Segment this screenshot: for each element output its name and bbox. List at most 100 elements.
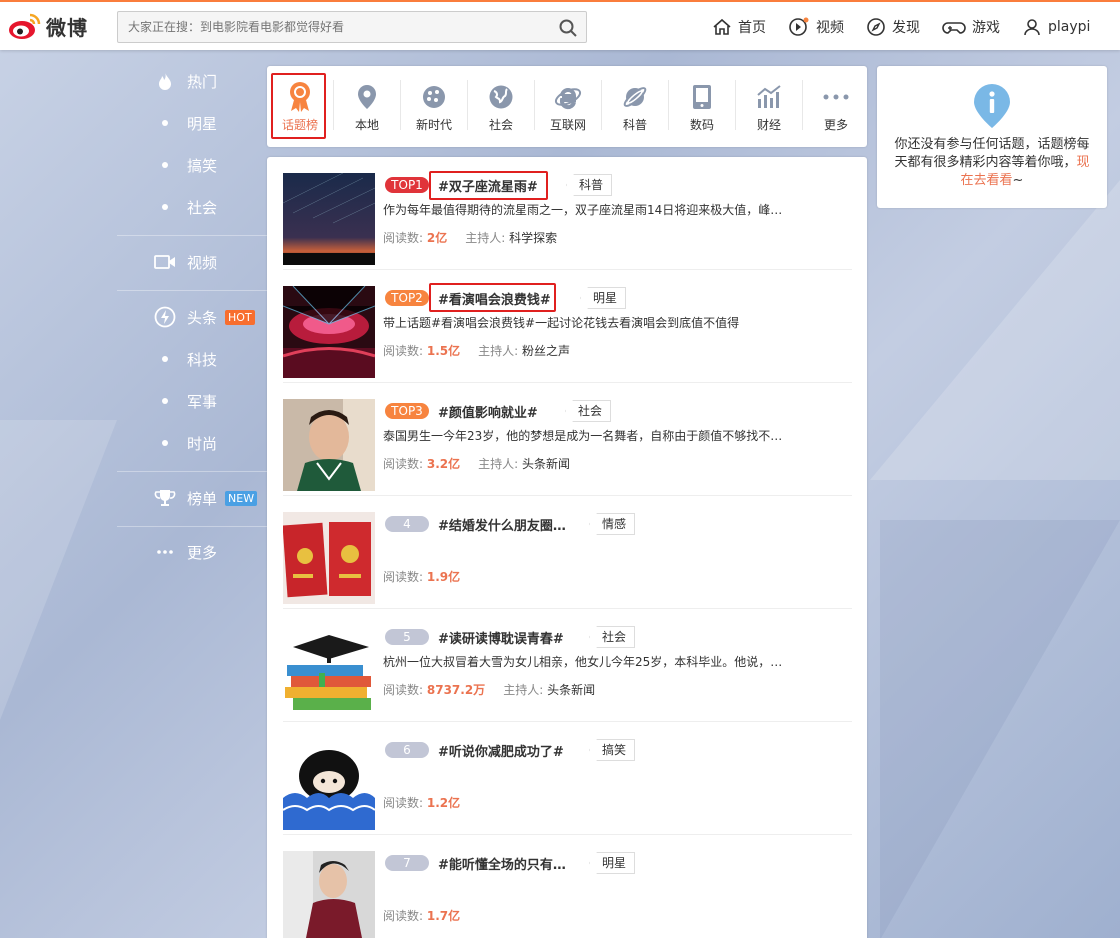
menu-divider	[117, 290, 267, 291]
info-text: 你还没有参与任何话题，话题榜每天都有很多精彩内容等着你哦，现在去看看~	[889, 136, 1095, 190]
menu-headline[interactable]: 头条 HOT	[117, 296, 267, 338]
category-digital[interactable]: 数码	[669, 74, 735, 138]
menu-hot[interactable]: 热门	[117, 60, 267, 102]
topic-title[interactable]: #听说你减肥成功了#	[438, 741, 564, 760]
menu-divider	[117, 526, 267, 527]
topic-title[interactable]: #颜值影响就业#	[438, 402, 538, 421]
lightning-icon	[154, 306, 176, 328]
menu-sub-military[interactable]: 军事	[117, 380, 267, 422]
topic-thumbnail[interactable]	[283, 625, 375, 717]
topic-title[interactable]: #结婚发什么朋友圈…	[438, 515, 566, 534]
topic-row[interactable]: TOP1 #双子座流星雨# 科普 作为每年最值得期待的流星雨之一，双子座流星雨1…	[283, 157, 852, 270]
topic-row[interactable]: 5 #读研读博耽误青春# 社会 杭州一位大叔冒着大雪为女儿相亲，他女儿今年25岁…	[283, 609, 852, 722]
topic-desc: 带上话题#看演唱会浪费钱#一起讨论花钱去看演唱会到底值不值得	[383, 316, 740, 330]
topic-thumbnail[interactable]	[283, 738, 375, 830]
menu-sub-society[interactable]: 社会	[117, 186, 267, 228]
host-name[interactable]: 头条新闻	[522, 457, 570, 471]
category-new-era[interactable]: 新时代	[401, 74, 467, 138]
host-name[interactable]: 头条新闻	[547, 683, 595, 697]
top-navbar: 微博 首页 视频 发现 游戏 playpi	[0, 0, 1120, 50]
category-science[interactable]: 科普	[602, 74, 668, 138]
topic-thumbnail[interactable]	[283, 399, 375, 491]
rank-badge: 7	[385, 855, 429, 871]
reads-label: 阅读数:	[383, 683, 424, 697]
top-nav: 首页 视频 发现 游戏 playpi	[712, 14, 1112, 40]
reads-label: 阅读数:	[383, 231, 424, 245]
topic-thumbnail[interactable]	[283, 173, 375, 265]
menu-sub-star[interactable]: 明星	[117, 102, 267, 144]
reads-label: 阅读数:	[383, 570, 424, 584]
category-finance[interactable]: 财经	[736, 74, 802, 138]
menu-video[interactable]: 视频	[117, 241, 267, 283]
menu-more[interactable]: 更多	[117, 531, 267, 573]
medal-icon	[290, 82, 310, 112]
weibo-eye-icon	[9, 13, 41, 39]
nav-games[interactable]: 游戏	[942, 14, 1000, 40]
topic-tag[interactable]: 搞笑	[589, 739, 636, 761]
palette-icon	[423, 86, 445, 108]
weibo-logo[interactable]: 微博	[8, 10, 88, 42]
topic-title[interactable]: #双子座流星雨#	[438, 176, 538, 195]
globe-icon	[489, 85, 513, 109]
nav-user[interactable]: playpi	[1022, 14, 1090, 40]
topic-thumbnail[interactable]	[283, 851, 375, 938]
category-local[interactable]: 本地	[334, 74, 400, 138]
reads-label: 阅读数:	[383, 909, 424, 923]
menu-sub-tech[interactable]: 科技	[117, 338, 267, 380]
host-name[interactable]: 科学探索	[509, 231, 557, 245]
rank-badge: TOP1	[385, 177, 429, 193]
reads-count: 1.2亿	[426, 796, 461, 810]
menu-sub-label: 军事	[187, 392, 218, 411]
search-input[interactable]	[118, 12, 548, 42]
nav-discover[interactable]: 发现	[866, 14, 920, 40]
hot-badge: HOT	[225, 309, 255, 325]
topic-row[interactable]: 6 #听说你减肥成功了# 搞笑 阅读数: 1.2亿	[283, 722, 852, 835]
nav-video[interactable]: 视频	[788, 14, 844, 40]
reads-count: 1.9亿	[426, 570, 461, 584]
topic-meta: 阅读数: 1.9亿	[383, 568, 460, 585]
menu-divider	[117, 235, 267, 236]
menu-sub-label: 社会	[187, 198, 218, 217]
topic-title[interactable]: #能听懂全场的只有…	[438, 854, 566, 873]
nav-games-label: 游戏	[972, 20, 1000, 36]
nav-video-label: 视频	[816, 20, 844, 36]
topic-meta: 阅读数: 8737.2万 主持人: 头条新闻	[383, 681, 595, 698]
topic-tag[interactable]: 明星	[589, 852, 636, 874]
topic-title[interactable]: #读研读博耽误青春#	[438, 628, 564, 647]
topic-row[interactable]: 7 #能听懂全场的只有… 明星 阅读数: 1.7亿	[283, 835, 852, 938]
reads-count: 1.7亿	[426, 909, 461, 923]
topic-title[interactable]: #看演唱会浪费钱#	[438, 289, 551, 308]
search-icon[interactable]	[558, 18, 578, 38]
chart-icon	[757, 85, 781, 108]
topic-thumbnail[interactable]	[283, 512, 375, 604]
topic-tag[interactable]: 社会	[589, 626, 636, 648]
menu-sub-funny[interactable]: 搞笑	[117, 144, 267, 186]
category-topic-rank[interactable]: 话题榜	[267, 74, 333, 138]
topic-row[interactable]: 4 #结婚发什么朋友圈… 情感 阅读数: 1.9亿	[283, 496, 852, 609]
planet-icon	[623, 87, 647, 107]
host-label: 主持人:	[465, 231, 506, 245]
category-internet[interactable]: 互联网	[535, 74, 601, 138]
topic-desc: 杭州一位大叔冒着大雪为女儿相亲，他女儿今年25岁，本科毕业。他说，…	[383, 655, 783, 669]
host-name[interactable]: 粉丝之声	[522, 344, 570, 358]
category-label: 科普	[622, 118, 647, 132]
menu-sub-fashion[interactable]: 时尚	[117, 422, 267, 464]
rank-badge: TOP3	[385, 403, 429, 419]
rank-badge: TOP2	[385, 290, 429, 306]
topic-tag[interactable]: 明星	[580, 287, 627, 309]
topic-tag[interactable]: 社会	[565, 400, 612, 422]
nav-home[interactable]: 首页	[712, 14, 766, 40]
topic-thumbnail[interactable]	[283, 286, 375, 378]
topic-row[interactable]: TOP3 #颜值影响就业# 社会 泰国男生一今年23岁，他的梦想是成为一名舞者，…	[283, 383, 852, 496]
menu-sub-label: 搞笑	[187, 156, 218, 175]
topic-row[interactable]: TOP2 #看演唱会浪费钱# 明星 带上话题#看演唱会浪费钱#一起讨论花钱去看演…	[283, 270, 852, 383]
topic-tag[interactable]: 情感	[589, 513, 636, 535]
category-label: 更多	[823, 118, 848, 132]
menu-ranking-label: 榜单	[187, 489, 218, 508]
topic-tag[interactable]: 科普	[566, 174, 613, 196]
menu-ranking[interactable]: 榜单 NEW	[117, 477, 267, 519]
category-society[interactable]: 社会	[468, 74, 534, 138]
menu-video-label: 视频	[187, 253, 218, 272]
category-more[interactable]: 更多	[803, 74, 869, 138]
video-icon	[789, 17, 809, 36]
